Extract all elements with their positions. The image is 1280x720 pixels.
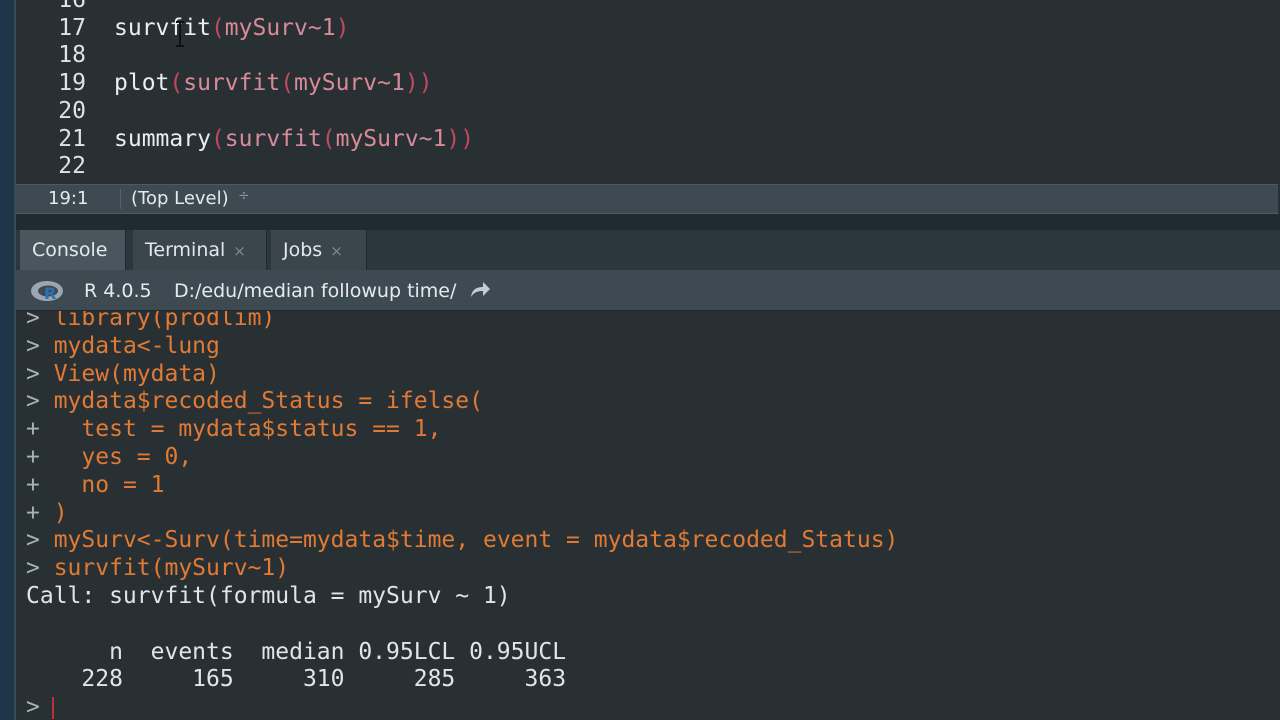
tab-label: Terminal <box>145 239 226 261</box>
console-line: Call: survfit(formula = mySurv ~ 1) <box>26 583 511 611</box>
console-prompt: > <box>26 388 40 415</box>
rstudio-window: 16 17 survfit(mySurv~1) 18 19 plot(survfit(my… <box>0 0 1280 720</box>
line-number: 17 <box>58 14 86 41</box>
editor-line[interactable]: 19 plot(survfit(mySurv~1)) <box>16 69 1280 97</box>
console-line: + test = mydata$status == 1, <box>26 416 441 444</box>
console-prompt: > <box>26 360 40 387</box>
console-input-text: View(mydata) <box>39 360 220 387</box>
console-input-text: no = 1 <box>39 471 165 498</box>
r-version: R 4.0.5 <box>84 280 152 302</box>
console-line: > mydata$recoded_Status = ifelse( <box>26 388 483 416</box>
editor-line[interactable]: 21 summary(survfit(mySurv~1)) <box>16 125 1280 153</box>
line-number: 18 <box>58 42 86 69</box>
working-directory[interactable]: D:/edu/median followup time/ <box>174 280 456 302</box>
console-prompt: + <box>26 471 40 498</box>
text-cursor-icon <box>176 21 184 47</box>
console-line: + ) <box>26 500 68 528</box>
console-input-text: ) <box>39 499 68 526</box>
console-prompt: + <box>26 416 40 443</box>
console-line: > View(mydata) <box>26 361 220 389</box>
code-text: summary(survfit(mySurv~1)) <box>114 125 475 152</box>
close-icon[interactable]: × <box>330 242 343 260</box>
r-logo-icon: R <box>31 281 63 303</box>
line-number: 20 <box>58 97 86 124</box>
cursor-position: 19:1 <box>48 188 89 209</box>
console-tabbar: Console Terminal × Jobs × <box>16 230 1280 270</box>
line-number: 19 <box>58 70 86 97</box>
console-input-text: mydata$recoded_Status = ifelse( <box>39 388 483 415</box>
line-number: 22 <box>58 153 86 180</box>
console-line: > <box>26 694 54 720</box>
console-line: > library(prodlim) <box>26 311 275 333</box>
code-text: survfit(mySurv~1) <box>114 14 350 41</box>
console-input-text: survfit(mySurv~1) <box>39 555 290 582</box>
editor-line[interactable]: 20 <box>16 97 1280 125</box>
code-text: plot(survfit(mySurv~1)) <box>114 70 433 97</box>
console-input-text: test = mydata$status == 1, <box>39 416 442 443</box>
console-caret[interactable] <box>51 696 54 719</box>
console-output[interactable]: > library(prodlim) > mydata<-lung > View(m… <box>16 311 1280 720</box>
tab-label: Console <box>32 239 108 261</box>
share-arrow-icon[interactable] <box>468 279 492 301</box>
console-prompt: + <box>26 444 40 470</box>
console-line: > mySurv<-Surv(time=mydata$time, event =… <box>26 527 898 555</box>
console-input-text: library(prodlim) <box>39 311 276 331</box>
console-input-text: yes = 0, <box>39 444 193 470</box>
console-prompt: > <box>26 311 40 331</box>
console-line: > mydata<-lung <box>26 333 220 361</box>
left-frame <box>0 0 14 720</box>
scope-selector[interactable]: (Top Level) <box>131 188 229 209</box>
console-prompt: > <box>26 694 40 720</box>
console-line: > survfit(mySurv~1) <box>26 555 289 583</box>
console-line: + yes = 0, <box>26 444 192 472</box>
console-input-text: mySurv<-Surv(time=mydata$time, event = m… <box>39 527 899 554</box>
line-number: 16 <box>58 0 86 13</box>
console-prompt: > <box>26 555 40 582</box>
editor-line[interactable]: 16 <box>16 0 1280 14</box>
tab-label: Jobs <box>283 239 323 261</box>
editor-line[interactable]: 17 survfit(mySurv~1) <box>16 14 1280 42</box>
editor-status-bar: 19:1 (Top Level) ÷ <box>16 184 1278 214</box>
console-output-text: n events median 0.95LCL 0.95UCL <box>26 638 567 665</box>
tab-console[interactable]: Console <box>20 230 126 270</box>
svg-text:R: R <box>44 284 56 303</box>
pane-splitter[interactable] <box>16 214 1280 230</box>
console-prompt: > <box>26 527 40 554</box>
console-output-text: 228 165 310 285 363 <box>26 666 567 693</box>
console-toolbar: R R 4.0.5 D:/edu/median followup time/ <box>16 270 1280 311</box>
tab-terminal[interactable]: Terminal × <box>133 230 267 270</box>
editor-line[interactable]: 22 <box>16 152 1280 180</box>
close-icon[interactable]: × <box>233 242 246 260</box>
scope-dropdown-icon[interactable]: ÷ <box>238 188 250 204</box>
console-prompt: > <box>26 332 40 359</box>
console-line: n events median 0.95LCL 0.95UCL <box>26 639 566 667</box>
console-line: + no = 1 <box>26 472 164 500</box>
editor-line[interactable]: 18 <box>16 41 1280 69</box>
status-divider <box>120 189 121 209</box>
console-input-text: mydata<-lung <box>39 332 220 359</box>
console-output-text: Call: survfit(formula = mySurv ~ 1) <box>26 583 511 609</box>
console-line: 228 165 310 285 363 <box>26 666 566 694</box>
source-editor[interactable]: 16 17 survfit(mySurv~1) 18 19 plot(survfit(my… <box>16 0 1280 184</box>
console-prompt: + <box>26 499 40 526</box>
line-number: 21 <box>58 125 86 152</box>
tab-jobs[interactable]: Jobs × <box>271 230 367 270</box>
